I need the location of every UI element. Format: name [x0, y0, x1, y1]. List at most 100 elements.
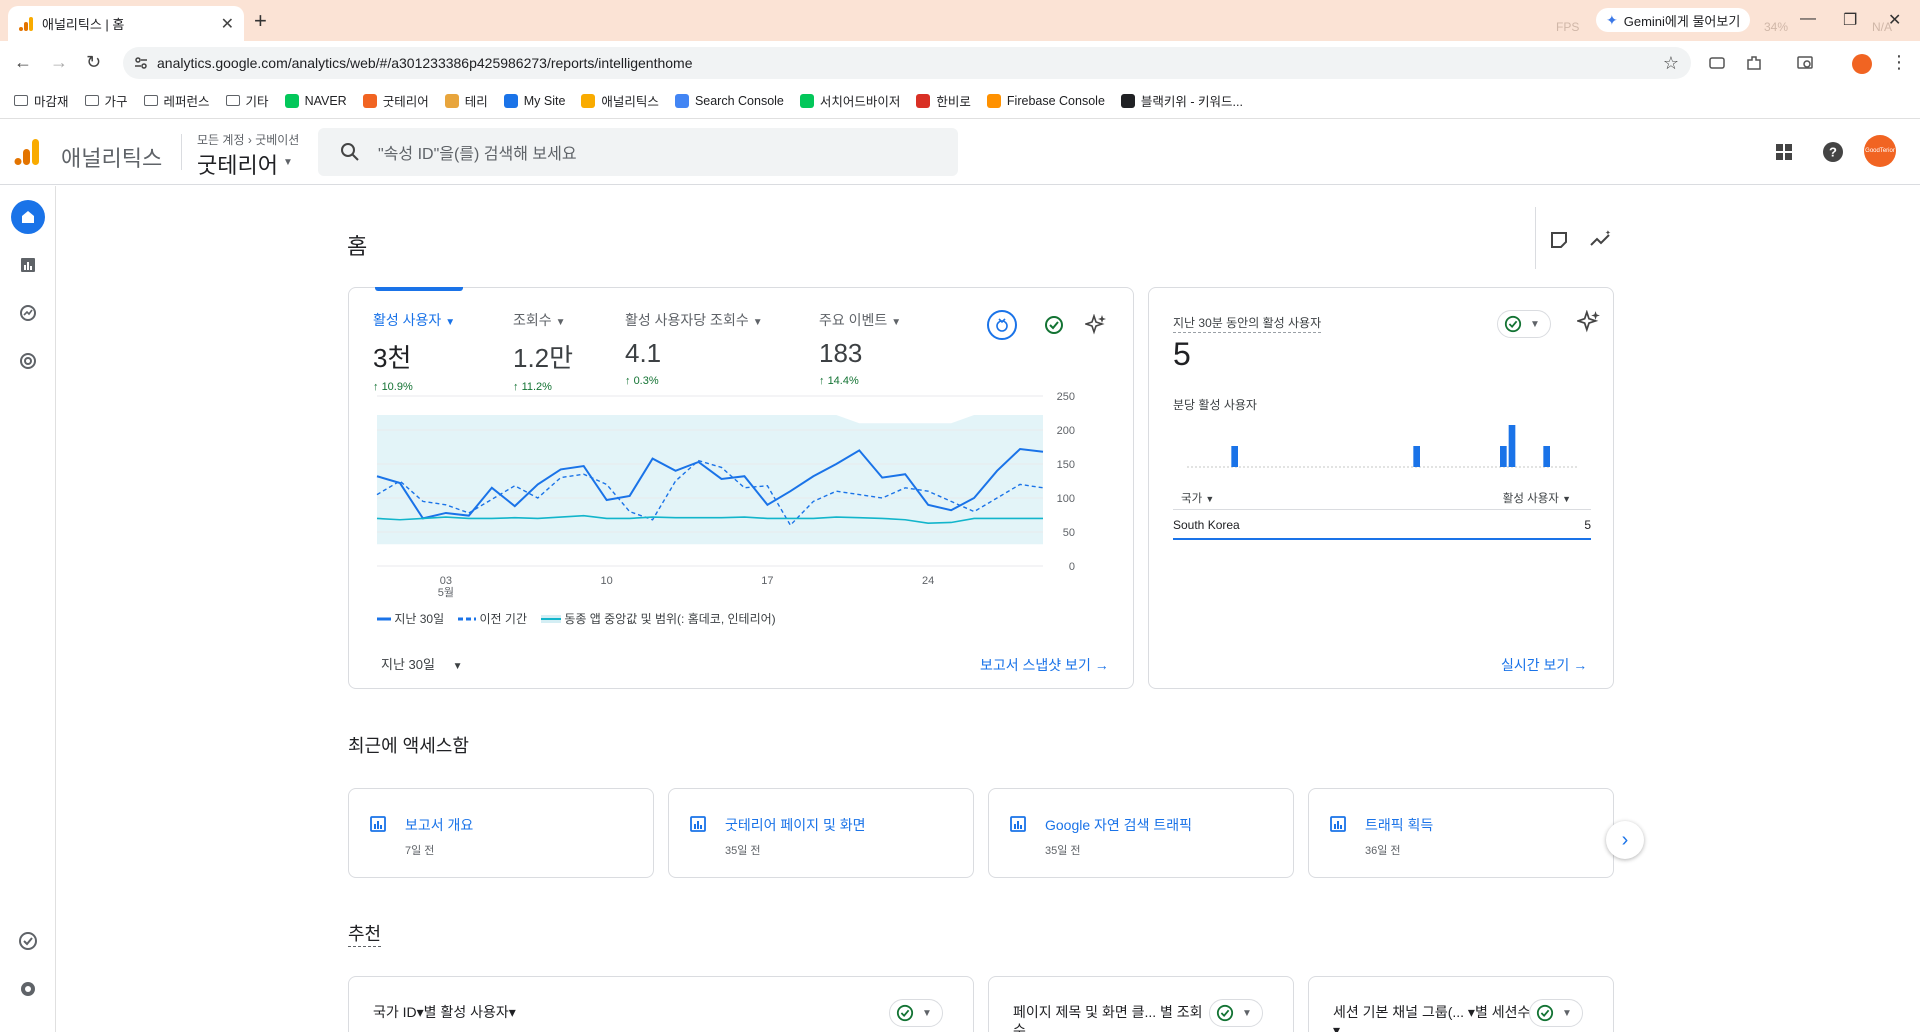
metric-views[interactable]: 조회수 ▼ 1.2만 ↑ 11.2%: [513, 310, 573, 393]
recent-card[interactable]: 트래픽 획득 36일 전: [1308, 788, 1614, 878]
bookmark-item[interactable]: 서치어드바이저: [799, 91, 900, 110]
minute-bar[interactable]: [1508, 425, 1516, 467]
help-icon[interactable]: ?: [1822, 141, 1844, 163]
date-range-selector[interactable]: 지난 30일 ▼: [381, 654, 462, 673]
bookmark-item[interactable]: 애널리틱스: [581, 91, 659, 110]
realtime-label[interactable]: 지난 30분 동안의 활성 사용자: [1173, 314, 1322, 333]
caret-down-icon: ▼: [922, 1007, 932, 1019]
col-country[interactable]: 국가 ▼: [1181, 490, 1214, 506]
insights-sparkle-icon[interactable]: [1577, 310, 1601, 334]
recent-card-title[interactable]: 트래픽 획득: [1365, 815, 1433, 835]
realtime-quality-dropdown[interactable]: ▼: [1497, 310, 1551, 338]
recommended-card[interactable]: 페이지 제목 및 화면 클... 별 조회수 ▼: [988, 976, 1294, 1032]
window-close-icon[interactable]: ✕: [1888, 10, 1901, 30]
minute-bar[interactable]: [1231, 446, 1238, 467]
nav-reports[interactable]: [11, 248, 45, 282]
maximize-icon[interactable]: ❐: [1843, 10, 1857, 30]
caret-down-icon[interactable]: ▼: [283, 157, 293, 168]
bookmark-item[interactable]: 레퍼런스: [143, 91, 210, 110]
profile-avatar[interactable]: [1852, 54, 1872, 74]
minute-bar[interactable]: [1543, 446, 1550, 467]
recommended-card-title[interactable]: 페이지 제목 및 화면 클... 별 조회수: [1013, 1003, 1213, 1032]
product-name[interactable]: 애널리틱스: [61, 141, 162, 173]
bookmark-item[interactable]: NAVER: [284, 93, 347, 108]
url-field[interactable]: analytics.google.com/analytics/web/#/a30…: [123, 47, 1691, 79]
bookmark-item[interactable]: 블랙키위 - 키워드...: [1120, 91, 1243, 110]
recommended-card-title[interactable]: 세션 기본 채널 그룹(... ▾별 세션수▾: [1333, 1003, 1533, 1032]
recommended-card-title[interactable]: 국가 ID▾별 활성 사용자▾: [373, 1003, 516, 1021]
recent-card[interactable]: 보고서 개요 7일 전: [348, 788, 654, 878]
breadcrumb-account[interactable]: 굿베이션: [255, 133, 299, 147]
recent-card[interactable]: Google 자연 검색 트래픽 35일 전: [988, 788, 1294, 878]
recent-card-title[interactable]: 굿테리어 페이지 및 화면: [725, 815, 865, 835]
data-quality-check-icon[interactable]: [1039, 310, 1069, 340]
search-input[interactable]: "속성 ID"을(를) 검색해 보세요: [318, 128, 958, 176]
bookmark-item[interactable]: 마감재: [14, 91, 69, 110]
view-report-snapshot-link[interactable]: 보고서 스냅샷 보기 →: [980, 655, 1109, 675]
recommended-card[interactable]: 세션 기본 채널 그룹(... ▾별 세션수▾ ▼: [1308, 976, 1614, 1032]
svg-text:✦: ✦: [1605, 229, 1611, 237]
extensions-icon[interactable]: [1745, 54, 1763, 72]
nav-admin[interactable]: [11, 972, 45, 1006]
breadcrumb-all-accounts[interactable]: 모든 계정: [197, 133, 245, 147]
annotation-note-icon[interactable]: [1548, 229, 1570, 251]
benchmark-icon[interactable]: [987, 310, 1017, 340]
minimize-icon[interactable]: —: [1800, 10, 1816, 28]
link-label: 실시간 보기: [1501, 657, 1570, 673]
minute-bar[interactable]: [1413, 446, 1420, 467]
metric-key-events[interactable]: 주요 이벤트 ▼ 183 ↑ 14.4%: [819, 310, 901, 387]
metric-views-per-user[interactable]: 활성 사용자당 조회수 ▼ 4.1 ↑ 0.3%: [625, 310, 763, 387]
bookmark-item[interactable]: Search Console: [674, 93, 784, 108]
metric-active-users[interactable]: 활성 사용자 ▼ 3천 ↑ 10.9%: [373, 310, 455, 393]
insights-sparkle-icon[interactable]: [1081, 310, 1111, 340]
breadcrumb[interactable]: 모든 계정 › 굿베이션: [197, 131, 299, 148]
recent-card-title[interactable]: 보고서 개요: [405, 815, 473, 835]
card-quality-dropdown[interactable]: ▼: [1209, 999, 1263, 1027]
bookmark-item[interactable]: 굿테리어: [362, 91, 429, 110]
recent-card-time: 35일 전: [1045, 845, 1081, 857]
reload-icon[interactable]: ↻: [86, 52, 101, 73]
recent-card-title[interactable]: Google 자연 검색 트래픽: [1045, 815, 1192, 835]
bookmark-item[interactable]: My Site: [503, 93, 565, 108]
insights-trend-icon[interactable]: ✦: [1589, 229, 1611, 251]
account-avatar[interactable]: GoodTerior: [1864, 135, 1896, 167]
recommended-card[interactable]: 국가 ID▾별 활성 사용자▾ ▼: [348, 976, 974, 1032]
bookmark-item[interactable]: Firebase Console: [986, 93, 1105, 108]
tab-search-icon[interactable]: [1796, 54, 1814, 72]
nav-home[interactable]: [11, 200, 45, 234]
nav-explore[interactable]: [11, 296, 45, 330]
bookmark-item[interactable]: 가구: [84, 91, 128, 110]
table-row[interactable]: South Korea 5: [1173, 516, 1591, 540]
gemini-button[interactable]: ✦ Gemini에게 물어보기: [1596, 8, 1751, 32]
active-users-chart: 0 50 100 150 200 250 03 10 17 24 5월: [376, 391, 1075, 598]
nav-admin-checklist[interactable]: [11, 924, 45, 958]
bookmark-item[interactable]: 테리: [444, 91, 488, 110]
left-nav-rail: [0, 186, 56, 1032]
nav-advertising[interactable]: [11, 344, 45, 378]
tab-close-icon[interactable]: ✕: [221, 14, 234, 34]
col-active-users[interactable]: 활성 사용자 ▼: [1503, 490, 1571, 506]
back-icon[interactable]: ←: [14, 52, 32, 73]
bookmark-star-icon[interactable]: ☆: [1663, 53, 1679, 74]
legend-dashed-line-icon: [458, 617, 477, 620]
row-country: South Korea: [1173, 518, 1240, 532]
property-selector[interactable]: 굿테리어: [197, 148, 278, 180]
card-quality-dropdown[interactable]: ▼: [1529, 999, 1583, 1027]
recent-card[interactable]: 굿테리어 페이지 및 화면 35일 전: [668, 788, 974, 878]
bookmark-item[interactable]: 기타: [225, 91, 269, 110]
folder-icon: [143, 95, 158, 106]
site-info-icon[interactable]: [133, 55, 149, 71]
browser-menu-icon[interactable]: ⋮: [1890, 52, 1908, 73]
analytics-logo-icon[interactable]: [14, 138, 40, 166]
recent-next-button[interactable]: ›: [1606, 821, 1644, 859]
browser-tab[interactable]: 애널리틱스 | 홈 ✕: [8, 6, 244, 41]
view-realtime-link[interactable]: 실시간 보기 →: [1501, 655, 1587, 675]
forward-icon[interactable]: →: [50, 52, 68, 73]
card-quality-dropdown[interactable]: ▼: [889, 999, 943, 1027]
translate-icon[interactable]: [1708, 54, 1726, 72]
new-tab-button[interactable]: +: [254, 8, 267, 34]
minute-bar[interactable]: [1500, 446, 1507, 467]
bookmark-item[interactable]: 한비로: [916, 91, 971, 110]
apps-grid-icon[interactable]: [1773, 141, 1795, 163]
arrow-right-icon: →: [1094, 657, 1109, 673]
